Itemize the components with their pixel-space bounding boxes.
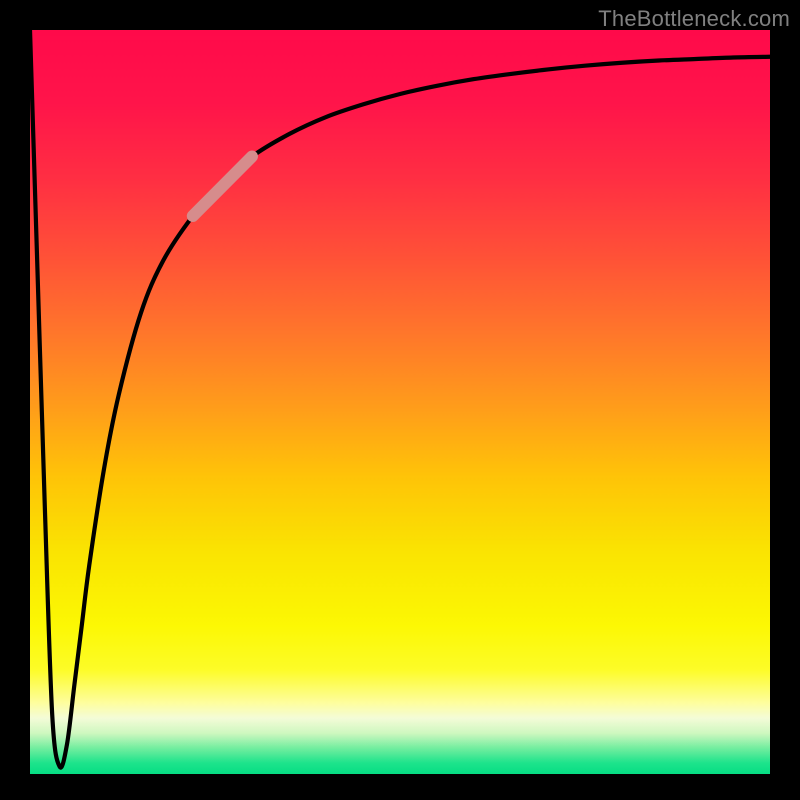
bottleneck-curve	[30, 30, 770, 768]
chart-frame: TheBottleneck.com	[0, 0, 800, 800]
highlight-icon	[193, 156, 252, 216]
curve-layer	[30, 30, 770, 774]
attribution-text: TheBottleneck.com	[598, 6, 790, 32]
plot-area	[30, 30, 770, 774]
